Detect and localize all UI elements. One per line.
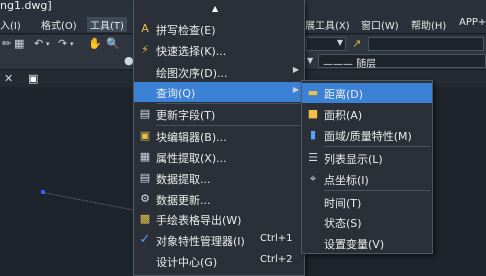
- menu-express-tools[interactable]: 展工具(X): [305, 17, 350, 32]
- menu-item-label: 更新字段(T): [156, 109, 216, 122]
- menu-insert[interactable]: 入(I): [0, 17, 21, 32]
- submenu-item-distance[interactable]: ▬ 距离(D): [302, 83, 432, 103]
- close-tab-icon[interactable]: ✕: [4, 71, 13, 87]
- submenu-item-area[interactable]: ■ 面积(A): [302, 104, 432, 124]
- menu-item-label: 查询(Q): [156, 87, 196, 100]
- menu-item-label: 快速选择(K)...: [156, 45, 227, 58]
- pan-icon[interactable]: ✋: [88, 36, 102, 52]
- scroll-up-icon[interactable]: ▲: [212, 1, 218, 17]
- menu-item-data-update[interactable]: ⚙ 数据更新...: [134, 189, 304, 209]
- linetype-label: 随层: [356, 59, 377, 70]
- linetype-value: ——— 随层: [323, 59, 377, 70]
- quick-select-icon: ⚡: [141, 43, 149, 56]
- point-coord-icon: ⌖: [309, 172, 317, 185]
- tools-menu: ▲ A‬ 拼写检查(E) ⚡ 快速选择(K)... 绘图次序(D)... ▶ 查…: [133, 0, 305, 276]
- submenu-item-set-variable[interactable]: 设置变量(V): [302, 233, 432, 253]
- menu-item-label: 数据更新...: [156, 194, 211, 207]
- menu-item-label: 属性提取(X)...: [156, 152, 227, 165]
- distance-icon: ▬: [307, 86, 319, 99]
- zoom-icon[interactable]: 🔍: [106, 36, 120, 52]
- menu-item-label: 绘图次序(D)...: [156, 67, 228, 80]
- list-icon: ☰: [308, 151, 318, 164]
- attribute-extract-icon: ▦: [139, 150, 151, 163]
- menu-window[interactable]: 窗口(W): [361, 17, 399, 32]
- submenu-item-label: 设置变量(V): [324, 238, 385, 251]
- paste-icon[interactable]: ✏: [2, 36, 11, 52]
- style-combo[interactable]: ▼: [306, 37, 346, 51]
- data-update-icon: ⚙: [140, 192, 150, 205]
- submenu-arrow-icon: ▶: [292, 65, 299, 74]
- window-title: ng1.dwg]: [0, 0, 52, 12]
- submenu-item-status[interactable]: 状态(S): [302, 212, 432, 232]
- menu-item-attribute-extract[interactable]: ▦ 属性提取(X)...: [134, 147, 304, 167]
- undo-dropdown-icon[interactable]: ▾: [46, 36, 50, 52]
- submenu-item-label: 点坐标(I): [324, 174, 369, 187]
- checkmark-icon: ✓: [139, 232, 151, 247]
- menu-tools[interactable]: 工具(T): [87, 17, 127, 32]
- submenu-item-region-mass[interactable]: ▮ 面域/质量特性(M): [302, 125, 432, 145]
- submenu-item-label: 列表显示(L): [324, 153, 383, 166]
- submenu-separator: [324, 146, 430, 147]
- menu-item-query[interactable]: 查询(Q) ▶: [134, 82, 304, 102]
- query-submenu: ▬ 距离(D) ■ 面积(A) ▮ 面域/质量特性(M) ☰ 列表显示(L) ⌖…: [301, 80, 433, 254]
- menu-item-label: 对象特性管理器(I): [156, 235, 245, 248]
- linetype-combo[interactable]: ——— 随层: [318, 54, 486, 70]
- redo-dropdown-icon[interactable]: ▾: [70, 36, 74, 52]
- menu-item-table-export[interactable]: ▩ 手绘表格导出(W): [134, 209, 304, 229]
- menu-item-data-extract[interactable]: ▤ 数据提取...: [134, 168, 304, 188]
- menu-item-update-field[interactable]: ▤ 更新字段(T): [134, 104, 304, 124]
- block-editor-icon: ▣: [139, 129, 151, 142]
- spell-check-icon: A‬: [141, 22, 149, 35]
- data-extract-icon: ▤: [139, 171, 151, 184]
- menu-item-label: 手绘表格导出(W): [156, 214, 242, 227]
- chevron-down-icon: ▼: [336, 38, 343, 47]
- redo-icon[interactable]: ↷: [58, 36, 67, 52]
- table-export-icon: ▩: [139, 212, 151, 225]
- submenu-item-label: 时间(T): [324, 197, 362, 210]
- menu-item-design-center[interactable]: 设计中心(G) Ctrl+2: [134, 251, 304, 271]
- dimension-style-combo[interactable]: [368, 37, 484, 51]
- linetype-dropdown-icon[interactable]: ▼: [307, 53, 313, 69]
- submenu-item-label: 面积(A): [324, 109, 363, 122]
- menu-item-draw-order[interactable]: 绘图次序(D)... ▶: [134, 62, 304, 82]
- submenu-item-label: 距离(D): [324, 88, 364, 101]
- menu-item-spell-check[interactable]: A‬ 拼写检查(E): [134, 19, 304, 39]
- match-properties-icon[interactable]: ▦: [14, 36, 24, 52]
- menu-format[interactable]: 格式(O): [41, 17, 77, 32]
- menu-item-label: 块编辑器(B)...: [156, 131, 227, 144]
- menu-item-label: 拼写检查(E): [156, 24, 216, 37]
- menu-item-block-editor[interactable]: ▣ 块编辑器(B)...: [134, 126, 304, 146]
- region-mass-icon: ▮: [309, 128, 317, 141]
- submenu-item-time[interactable]: 时间(T): [302, 192, 432, 212]
- menu-item-properties-manager[interactable]: ✓ 对象特性管理器(I) Ctrl+1: [134, 230, 304, 250]
- submenu-separator: [324, 190, 430, 191]
- menu-item-label: 数据提取...: [156, 173, 211, 186]
- menu-item-shortcut: Ctrl+2: [260, 254, 293, 265]
- menu-help[interactable]: 帮助(H): [411, 17, 446, 32]
- menu-item-shortcut: Ctrl+1: [260, 233, 293, 244]
- submenu-arrow-icon: ▶: [292, 85, 299, 94]
- submenu-item-label: 面域/质量特性(M): [324, 130, 412, 143]
- dimension-style-icon[interactable]: ↗: [352, 36, 361, 52]
- dashed-line: [42, 192, 142, 213]
- menu-app-plus[interactable]: APP+: [459, 17, 486, 28]
- area-icon: ■: [307, 107, 319, 120]
- submenu-item-list[interactable]: ☰ 列表显示(L): [302, 148, 432, 168]
- update-field-icon: ▤: [139, 107, 151, 120]
- submenu-item-point-coord[interactable]: ⌖ 点坐标(I): [302, 169, 432, 189]
- undo-icon[interactable]: ↶: [34, 36, 43, 52]
- submenu-item-label: 状态(S): [324, 217, 362, 230]
- menu-item-quick-select[interactable]: ⚡ 快速选择(K)...: [134, 40, 304, 60]
- new-tab-icon[interactable]: ▣: [28, 71, 38, 87]
- menu-item-label: 设计中心(G): [156, 256, 218, 269]
